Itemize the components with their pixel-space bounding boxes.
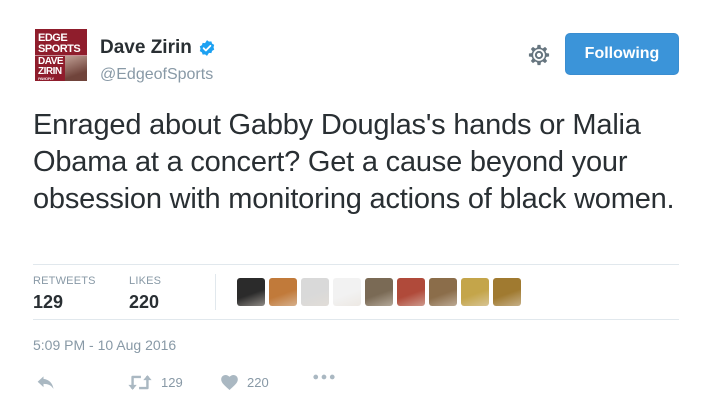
verified-badge-icon [198,39,216,57]
author-avatar[interactable]: EDGE SPORTS DAVE ZIRIN PAMOPLY [35,29,87,81]
avatar-text: PAMOPLY [38,76,54,81]
retweet-icon [127,373,153,392]
retweets-label: RETWEETS [33,275,96,287]
likes-label: LIKES [129,275,162,287]
author-name-row: Dave Zirin [100,37,216,59]
retweet-count: 129 [161,375,183,390]
stats-separator [215,274,216,310]
avatar-photo [65,56,87,81]
author-handle[interactable]: @EdgeofSports [100,66,213,84]
liker-avatar-sketch-icon[interactable] [333,278,361,306]
liker-avatar-photo-icon[interactable] [365,278,393,306]
reply-button[interactable] [36,373,56,393]
retweet-button[interactable]: 129 [127,373,183,392]
divider [33,319,679,320]
likes-count: 220 [129,292,160,312]
liker-avatar-cartoon-icon[interactable] [301,278,329,306]
divider [33,264,679,265]
author-display-name[interactable]: Dave Zirin [100,37,192,59]
liker-avatar-photo-icon[interactable] [429,278,457,306]
heart-icon [220,373,239,392]
tweet-card: EDGE SPORTS DAVE ZIRIN PAMOPLY Dave Ziri… [0,0,720,412]
liker-avatar-cartoon-icon[interactable] [461,278,489,306]
gear-icon[interactable] [528,44,550,66]
tweet-text: Enraged about Gabby Douglas's hands or M… [33,109,675,215]
retweets-count: 129 [33,292,64,312]
more-options-button[interactable] [313,373,335,381]
more-dots-icon [313,373,335,381]
liker-avatar-person-icon[interactable] [237,278,265,306]
tweet-timestamp[interactable]: 5:09 PM - 10 Aug 2016 [33,337,176,353]
likers-avatars [237,278,521,306]
liker-avatar-photo-icon[interactable] [493,278,521,306]
liker-avatar-person-icon[interactable] [269,278,297,306]
likes-stat[interactable]: LIKES 220 [129,275,161,313]
like-count: 220 [247,375,269,390]
like-button[interactable]: 220 [220,373,269,392]
liker-avatar-photo-icon[interactable] [397,278,425,306]
reply-icon [36,373,56,393]
following-button[interactable]: Following [565,33,679,75]
retweets-stat[interactable]: RETWEETS 129 [33,275,96,313]
avatar-text: SPORTS [38,43,81,55]
